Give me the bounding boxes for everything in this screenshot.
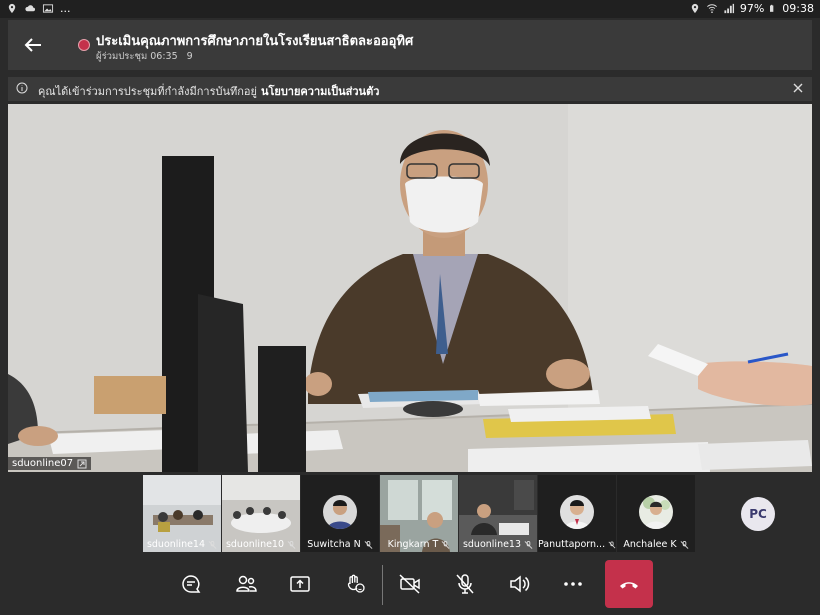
mic-toggle-button[interactable] — [450, 569, 480, 599]
participant-label: Panuttaporn... — [538, 539, 616, 550]
back-arrow-icon[interactable] — [22, 34, 44, 56]
notice-text: คุณได้เข้าร่วมการประชุมที่กำลังมีการบันท… — [38, 82, 379, 100]
video-frame — [8, 104, 812, 472]
participant-label: sduonline10 — [222, 539, 300, 550]
meeting-title: ประเมินคุณภาพการศึกษาภายในโรงเรียนสาธิตล… — [96, 34, 414, 49]
status-more: ... — [60, 2, 71, 15]
participant-name: Kingkarn T — [387, 539, 439, 550]
clock: 09:38 — [782, 2, 814, 15]
mic-off-icon — [456, 574, 474, 594]
participant-label: Suwitcha N — [301, 539, 379, 550]
participant-name: Suwitcha N — [307, 539, 361, 550]
location-icon — [8, 3, 16, 14]
mic-off-icon — [608, 540, 616, 548]
participant-gallery: sduonline14 sduonline10 Suwitcha N Kingk… — [143, 475, 697, 552]
cloud-icon — [25, 5, 36, 12]
reactions-icon — [347, 574, 365, 593]
camera-toggle-button[interactable] — [395, 569, 425, 599]
participants-button[interactable] — [231, 569, 261, 599]
avatar — [323, 495, 357, 529]
participant-label: Kingkarn T — [380, 539, 458, 550]
participant-tile[interactable]: Panuttaporn... — [538, 475, 616, 552]
signal-icon — [724, 3, 734, 14]
mic-off-icon — [287, 540, 296, 549]
info-icon — [16, 82, 28, 94]
participant-tile[interactable]: Anchalee K — [617, 475, 695, 552]
battery-icon — [770, 4, 774, 12]
privacy-policy-link[interactable]: นโยบายความเป็นส่วนตัว — [261, 85, 379, 98]
participant-tile[interactable]: sduonline10 — [222, 475, 300, 552]
participant-label: sduonline13 — [459, 539, 537, 550]
share-icon — [290, 576, 310, 592]
main-video-feed[interactable]: sduonline07 — [8, 104, 812, 472]
participant-tile[interactable]: sduonline14 — [143, 475, 221, 552]
chat-button[interactable] — [176, 569, 206, 599]
speaker-name-tag: sduonline07 — [8, 457, 92, 470]
participant-count: 9 — [186, 51, 193, 62]
meeting-duration: 06:35 — [150, 51, 178, 62]
avatar — [639, 495, 673, 529]
close-icon[interactable] — [790, 80, 806, 96]
participant-tile[interactable]: sduonline13 — [459, 475, 537, 552]
camera-off-icon — [399, 574, 420, 594]
chat-icon — [182, 575, 201, 593]
reactions-button[interactable] — [340, 569, 370, 599]
mic-off-icon — [208, 540, 217, 549]
speaker-icon — [510, 575, 530, 593]
wifi-icon — [706, 4, 717, 13]
recording-notice: คุณได้เข้าร่วมการประชุมที่กำลังมีการบันท… — [8, 77, 812, 101]
participant-name: Panuttaporn... — [538, 539, 606, 550]
participants-icon — [236, 575, 257, 592]
participant-label: sduonline14 — [143, 539, 221, 550]
participant-label: Anchalee K — [617, 539, 695, 550]
share-button[interactable] — [285, 569, 315, 599]
participant-initials-avatar[interactable]: PC — [741, 497, 775, 531]
meeting-subtitle: ผู้ร่วมประชุม 06:35 9 — [96, 49, 193, 64]
speaker-button[interactable] — [504, 569, 534, 599]
hangup-icon — [620, 582, 638, 589]
recording-indicator — [78, 39, 90, 51]
participant-name: sduonline14 — [146, 539, 206, 550]
call-controls — [0, 555, 820, 615]
participant-name: Anchalee K — [623, 539, 677, 550]
pin-icon — [77, 459, 87, 468]
participant-tile[interactable]: Suwitcha N — [301, 475, 379, 552]
hang-up-button[interactable] — [605, 560, 653, 608]
status-bar: ... 97% 09:38 — [0, 0, 820, 18]
speaker-name: sduonline07 — [12, 458, 74, 469]
participant-name: sduonline13 — [462, 539, 522, 550]
avatar — [560, 495, 594, 529]
mic-off-icon — [364, 540, 373, 549]
participant-name: sduonline10 — [225, 539, 285, 550]
controls-divider — [382, 565, 383, 605]
meeting-header: ประเมินคุณภาพการศึกษาภายในโรงเรียนสาธิตล… — [8, 20, 812, 70]
mic-off-icon — [524, 540, 533, 549]
notice-message: คุณได้เข้าร่วมการประชุมที่กำลังมีการบันท… — [38, 85, 257, 98]
participants-label: ผู้ร่วมประชุม — [96, 51, 148, 62]
image-icon — [42, 4, 54, 13]
more-icon — [564, 582, 582, 586]
mic-off-icon — [680, 540, 688, 549]
location-icon — [691, 3, 699, 14]
more-options-button[interactable] — [558, 569, 588, 599]
mic-off-icon — [441, 540, 450, 549]
battery-level: 97% — [739, 2, 765, 15]
participant-tile[interactable]: Kingkarn T — [380, 475, 458, 552]
